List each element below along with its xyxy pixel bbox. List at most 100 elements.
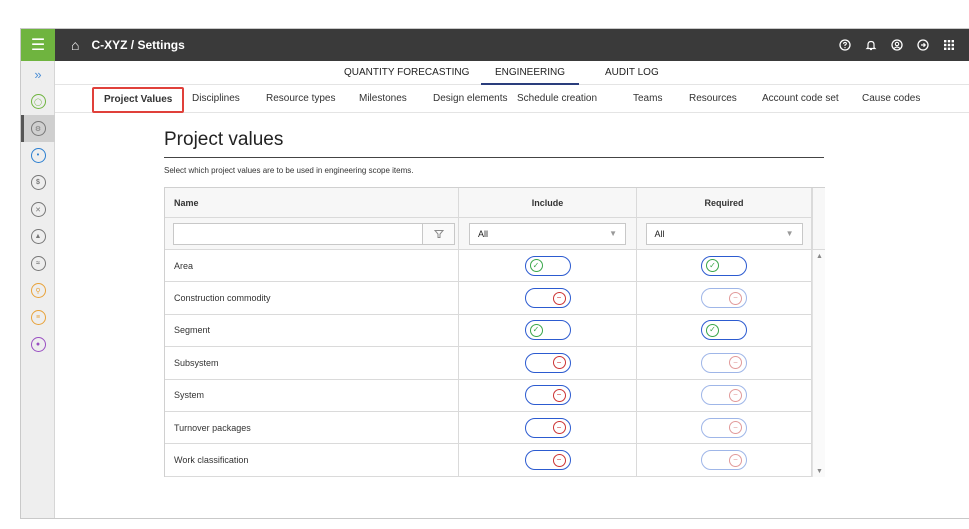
tab-account-code-set[interactable]: Account code set [762, 85, 839, 113]
sidebar-item-module-4[interactable]: $ [21, 169, 55, 196]
required-filter-select[interactable]: All ▼ [645, 222, 803, 245]
sidebar-expand-button[interactable]: » [21, 61, 55, 88]
breadcrumb: C-XYZ / Settings [91, 38, 185, 52]
tab-milestones[interactable]: Milestones [359, 85, 407, 113]
required-toggle[interactable]: ✓ [701, 320, 747, 341]
required-filter-value: All [654, 228, 665, 239]
tab-teams[interactable]: Teams [633, 85, 662, 113]
sidebar-item-module-1[interactable]: ◯ [21, 88, 55, 115]
tab-cause-codes[interactable]: Cause codes [862, 85, 920, 113]
table-row: Subsystem − − [165, 347, 812, 380]
module-hex-icon: ▲ [30, 229, 46, 244]
minus-circle-icon: − [552, 421, 566, 435]
include-toggle[interactable]: ✓ [524, 255, 571, 276]
tab-audit-log[interactable]: AUDIT LOG [605, 61, 659, 85]
row-name: System [174, 390, 205, 401]
table-row: Turnover packages − − [165, 412, 812, 445]
check-circle-icon: ✓ [706, 323, 719, 337]
include-toggle[interactable]: − [524, 417, 571, 438]
required-toggle[interactable]: − [701, 417, 747, 438]
sidebar-item-module-9[interactable]: ≡ [21, 304, 55, 331]
row-name: Construction commodity [174, 293, 271, 304]
minus-circle-icon: − [729, 356, 742, 370]
table-row: Construction commodity − − [165, 282, 812, 315]
minus-circle-icon: − [552, 388, 566, 402]
tab-engineering[interactable]: ENGINEERING [481, 61, 580, 85]
required-toggle[interactable]: ✓ [701, 255, 747, 276]
filter-funnel-icon[interactable] [423, 222, 455, 245]
sidebar-item-module-10[interactable]: ● [21, 331, 55, 358]
include-toggle[interactable]: − [524, 385, 571, 406]
sign-out-icon[interactable] [910, 29, 936, 61]
scroll-down-arrow-icon[interactable]: ▼ [816, 468, 823, 475]
sidebar-item-module-7[interactable]: ≈ [21, 250, 55, 277]
include-toggle[interactable]: ✓ [524, 320, 571, 341]
include-filter-select[interactable]: All ▼ [469, 222, 626, 245]
table-row: Area ✓ ✓ [165, 250, 812, 283]
tab-schedule-creation[interactable]: Schedule creation [517, 85, 597, 113]
app-window: ☰ ⌂ C-XYZ / Settings » ◯ ⚙ • $ ✕ ▲ ≈ ⚲ ≡… [20, 28, 969, 519]
chevron-down-icon: ▼ [785, 229, 794, 238]
minus-circle-icon: − [729, 421, 742, 435]
required-toggle[interactable]: − [701, 352, 747, 373]
help-icon[interactable] [832, 29, 858, 61]
sidebar-item-module-2[interactable]: ⚙ [21, 115, 55, 142]
sidebar-item-module-8[interactable]: ⚲ [21, 277, 55, 304]
tab-design-elements[interactable]: Design elements [433, 85, 507, 113]
tab-project-values[interactable]: Project Values [92, 87, 185, 113]
module-hex-icon: • [30, 148, 46, 163]
app-grid-icon[interactable] [936, 29, 962, 61]
column-header-required[interactable]: Required [637, 188, 812, 217]
grid-header-row: Name Include Required [165, 188, 812, 218]
column-header-include[interactable]: Include [459, 188, 637, 217]
tab-disciplines[interactable]: Disciplines [192, 85, 240, 113]
check-circle-icon: ✓ [529, 323, 543, 337]
grid-scrollbar[interactable]: ▲ ▼ [812, 250, 825, 477]
minus-circle-icon: − [552, 453, 566, 467]
double-chevron-right-icon: » [34, 67, 42, 82]
check-circle-icon: ✓ [706, 259, 719, 273]
tab-resource-types[interactable]: Resource types [266, 85, 335, 113]
user-profile-icon[interactable] [884, 29, 910, 61]
chevron-down-icon: ▼ [609, 229, 617, 238]
hamburger-menu-icon[interactable]: ☰ [21, 29, 55, 61]
minus-circle-icon: − [729, 388, 742, 402]
module-hex-icon: ✕ [30, 202, 46, 217]
tab-quantity-forecasting[interactable]: QUANTITY FORECASTING [344, 61, 469, 85]
minus-circle-icon: − [552, 291, 566, 305]
required-toggle[interactable]: − [701, 288, 747, 309]
tab-resources[interactable]: Resources [689, 85, 737, 113]
module-hex-icon: ⚙ [30, 121, 46, 136]
settings-subtabs: Project Values Disciplines Resource type… [55, 85, 969, 113]
top-bar: ☰ ⌂ C-XYZ / Settings [21, 29, 969, 61]
minus-circle-icon: − [729, 291, 742, 305]
module-hex-icon: ⚲ [30, 283, 46, 298]
name-filter-input[interactable] [173, 222, 423, 245]
column-header-name[interactable]: Name [165, 188, 459, 217]
table-row: Work classification − − [165, 444, 812, 477]
notifications-bell-icon[interactable] [858, 29, 884, 61]
home-icon[interactable]: ⌂ [71, 37, 79, 53]
row-name: Turnover packages [174, 422, 251, 433]
sidebar-item-module-5[interactable]: ✕ [21, 196, 55, 223]
project-values-grid: Name Include Required All ▼ All ▼ Area ✓… [164, 187, 825, 477]
sidebar-item-module-3[interactable]: • [21, 142, 55, 169]
header-scroll-gutter [812, 188, 825, 250]
include-toggle[interactable]: − [524, 352, 571, 373]
row-name: Work classification [174, 455, 249, 466]
module-hex-icon: ≈ [30, 256, 46, 271]
table-row: System − − [165, 379, 812, 412]
required-toggle[interactable]: − [701, 385, 747, 406]
row-name: Segment [174, 325, 211, 336]
grid-filter-row: All ▼ All ▼ [165, 218, 812, 250]
row-name: Area [174, 260, 194, 271]
check-circle-icon: ✓ [529, 259, 543, 273]
sidebar-item-module-6[interactable]: ▲ [21, 223, 55, 250]
page-subtitle: Select which project values are to be us… [164, 166, 414, 175]
include-toggle[interactable]: − [524, 450, 571, 471]
page-title: Project values [164, 129, 824, 158]
module-hex-icon: ● [30, 337, 46, 352]
scroll-up-arrow-icon[interactable]: ▲ [816, 253, 823, 260]
include-toggle[interactable]: − [524, 288, 571, 309]
required-toggle[interactable]: − [701, 450, 747, 471]
